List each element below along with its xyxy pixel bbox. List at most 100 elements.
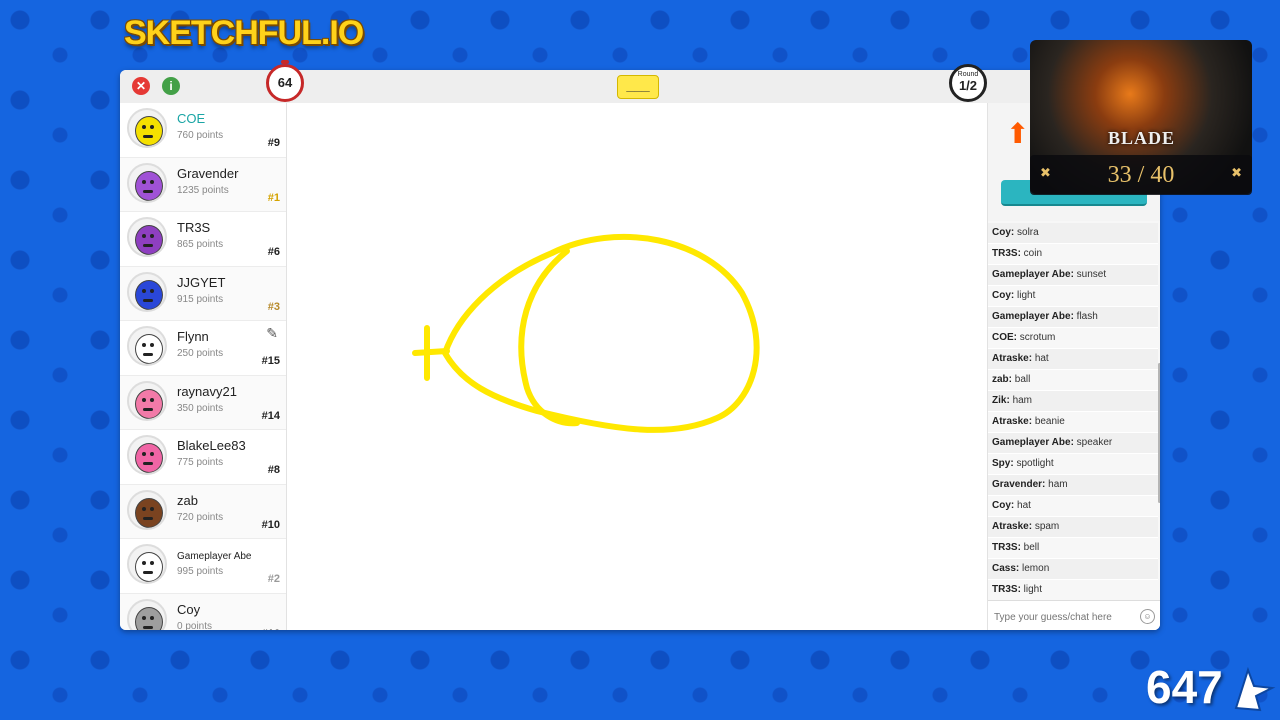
avatar-mouth-icon (143, 516, 153, 520)
player-name: Flynn (177, 329, 209, 344)
player-points: 760 points (177, 130, 224, 141)
chat-message: TR3S: light (988, 580, 1158, 595)
chat-message: Gameplayer Abe: flash (988, 307, 1158, 328)
player-name: raynavy21 (177, 383, 237, 399)
avatar-face-icon (135, 225, 163, 255)
chat-text: ball (1014, 374, 1031, 385)
chat-message: Gravender: ham (988, 475, 1158, 496)
player-row[interactable]: COE 760 points #9 (120, 103, 286, 158)
avatar-face-icon (135, 388, 163, 419)
chat-text: solra (1017, 227, 1039, 238)
avatar (127, 162, 167, 203)
thumbs-up-arrow-icon[interactable]: ⬆ (1006, 117, 1029, 150)
star-icon (1234, 666, 1276, 712)
word-hint: ___ (617, 75, 659, 99)
chat-message: Zik: ham (988, 391, 1158, 412)
avatar-eye-icon (150, 506, 154, 511)
game-window: ✕ i ___ COE 760 points #9 Gravender 1235 poi… (120, 70, 1160, 630)
player-points: 720 points (177, 511, 224, 523)
player-name: zab (177, 492, 198, 508)
avatar-eye-icon (142, 125, 146, 129)
chat-user: Cass (992, 563, 1016, 574)
avatar-eye-icon (142, 506, 146, 511)
avatar-mouth-icon (143, 244, 153, 247)
player-rank: #1 (267, 191, 280, 204)
player-row[interactable]: TR3S 865 points #6 (120, 212, 286, 267)
player-rank: #10 (261, 518, 280, 531)
chat-scrollbar[interactable] (1158, 363, 1160, 503)
chat-user: Atraske (992, 353, 1029, 364)
avatar-face-icon (135, 497, 163, 528)
pencil-icon: ✎ (266, 325, 278, 341)
chat-input[interactable] (992, 607, 1136, 627)
chat-user: TR3S (992, 584, 1018, 595)
round-value: 1/2 (958, 78, 978, 93)
chat-user: zab (992, 374, 1009, 385)
avatar-face-icon (135, 279, 163, 310)
player-row[interactable]: Flynn 250 points #15 ✎ (120, 321, 286, 376)
chat-user: Coy (992, 227, 1011, 238)
ad-counter: 33 / 40 (1107, 162, 1175, 188)
chat-text: scrotum (1019, 332, 1056, 343)
avatar-mouth-icon (143, 407, 153, 411)
player-row[interactable]: BlakeLee83 775 points #8 (120, 430, 286, 485)
player-rank: #2 (267, 573, 280, 585)
chat-text: flash (1076, 311, 1098, 322)
emoji-icon[interactable]: ☺ (1140, 609, 1155, 624)
player-row[interactable]: raynavy21 350 points #14 (120, 375, 286, 430)
chat-text: hat (1034, 353, 1049, 364)
player-name: BlakeLee83 (177, 438, 246, 453)
chat-message: Atraske: spam (988, 517, 1158, 538)
chat-message: COE: scrotum (988, 328, 1158, 349)
chat-message: TR3S: coin (988, 244, 1158, 265)
info-button[interactable]: i (162, 77, 180, 95)
round-badge: Round 1/2 (949, 64, 987, 102)
star-count: 647 (1146, 661, 1223, 713)
drawing-svg (412, 234, 760, 433)
player-points: 350 points (177, 402, 224, 414)
chat-text: light (1017, 290, 1036, 301)
chat-user: Atraske (992, 521, 1029, 532)
avatar-eye-icon (142, 397, 146, 402)
chat-user: Gameplayer Abe (992, 311, 1071, 322)
player-row[interactable]: Coy 0 points #16 (120, 593, 286, 631)
avatar-mouth-icon (143, 625, 153, 629)
player-row[interactable]: Gameplayer Abe 995 points #2 (120, 539, 286, 594)
chat-user: Atraske (992, 416, 1029, 427)
player-row[interactable]: JJGYET 915 points #3 (120, 266, 286, 321)
player-row[interactable]: zab 720 points #10 (120, 484, 286, 539)
player-rank: #14 (261, 409, 280, 422)
chat-input-area: ☺ (988, 600, 1160, 630)
chat-user: COE (992, 332, 1014, 343)
avatar (127, 598, 167, 630)
drawing-canvas[interactable] (287, 103, 987, 630)
avatar-face-icon (135, 170, 163, 201)
timer-badge: 64 (266, 60, 304, 102)
chat-text: hat (1017, 500, 1031, 511)
avatar-eye-icon (150, 397, 154, 402)
avatar-eye-icon (150, 561, 154, 565)
chat-text: ham (1048, 479, 1068, 490)
close-button[interactable]: ✕ (132, 77, 150, 95)
chat-user: Zik (992, 395, 1007, 406)
player-name: Gameplayer Abe (177, 551, 252, 562)
player-row[interactable]: Gravender 1235 points #1 (120, 157, 286, 212)
chat-text: spam (1034, 521, 1060, 532)
avatar-eye-icon (150, 343, 154, 347)
avatar (127, 380, 167, 421)
chat-message: Atraske: beanie (988, 412, 1158, 433)
drawing-stroke-outline (442, 234, 760, 433)
avatar-mouth-icon (143, 353, 153, 356)
player-name: COE (177, 111, 206, 126)
avatar-eye-icon (142, 615, 146, 620)
chat-user: TR3S (992, 248, 1018, 259)
player-list: COE 760 points #9 Gravender 1235 points #1 TR3… (120, 103, 287, 630)
avatar (127, 489, 167, 530)
player-points: 0 points (177, 620, 213, 631)
avatar-eye-icon (142, 179, 146, 184)
avatar (127, 217, 167, 257)
chat-message: Gameplayer Abe: speaker (988, 433, 1158, 454)
chat-message: Cass: lemon (988, 559, 1158, 580)
player-rank: #16 (262, 628, 280, 631)
drawing-stroke-nub (412, 325, 450, 381)
